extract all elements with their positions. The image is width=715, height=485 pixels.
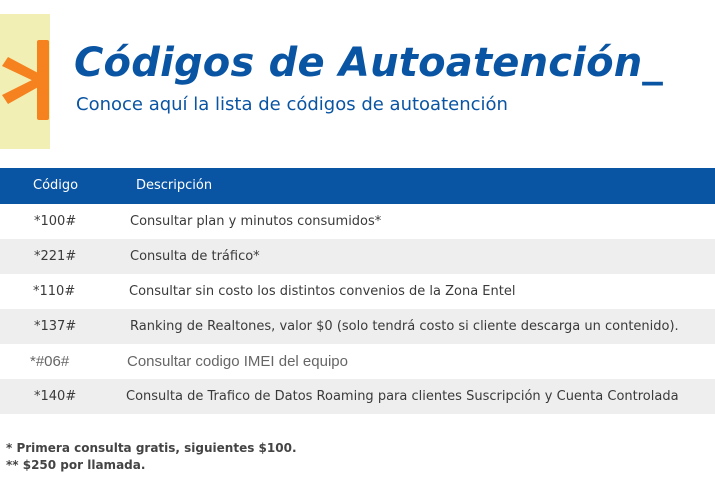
description-cell: Consultar sin costo los distintos conven… (129, 284, 516, 299)
asterisk-logo-icon (2, 40, 49, 120)
code-cell: *221# (34, 249, 77, 264)
page-subtitle: Conoce aquí la lista de códigos de autoa… (76, 94, 508, 115)
logo (0, 14, 50, 149)
code-cell: *#06# (30, 353, 70, 370)
table-row: *#06# Consultar codigo IMEI del equipo (0, 344, 715, 379)
description-cell: Consultar codigo IMEI del equipo (127, 353, 348, 370)
page-header: Códigos de Autoatención_ Conoce aquí la … (0, 0, 715, 150)
table-row: *100# Consultar plan y minutos consumido… (0, 204, 715, 239)
table-row: *137# Ranking de Realtones, valor $0 (so… (0, 309, 715, 344)
code-cell: *110# (33, 284, 76, 299)
footnotes: * Primera consulta gratis, siguientes $1… (6, 440, 297, 474)
description-cell: Consulta de Trafico de Datos Roaming par… (126, 389, 679, 404)
description-cell: Ranking de Realtones, valor $0 (solo ten… (130, 319, 679, 334)
code-cell: *137# (34, 319, 77, 334)
table-row: *221# Consulta de tráfico* (0, 239, 715, 274)
column-header-description: Descripción (136, 178, 213, 193)
footnote: * Primera consulta gratis, siguientes $1… (6, 441, 297, 455)
codes-table: Código Descripción *100# Consultar plan … (0, 168, 715, 414)
table-header: Código Descripción (0, 168, 715, 204)
description-cell: Consultar plan y minutos consumidos* (130, 214, 382, 229)
page-title: Códigos de Autoatención_ (74, 40, 663, 86)
code-cell: *100# (34, 214, 77, 229)
column-header-code: Código (33, 178, 79, 193)
code-cell: *140# (34, 389, 77, 404)
description-cell: Consulta de tráfico* (130, 249, 260, 264)
table-row: *110# Consultar sin costo los distintos … (0, 274, 715, 309)
table-row: *140# Consulta de Trafico de Datos Roami… (0, 379, 715, 414)
footnote: ** $250 por llamada. (6, 458, 146, 472)
